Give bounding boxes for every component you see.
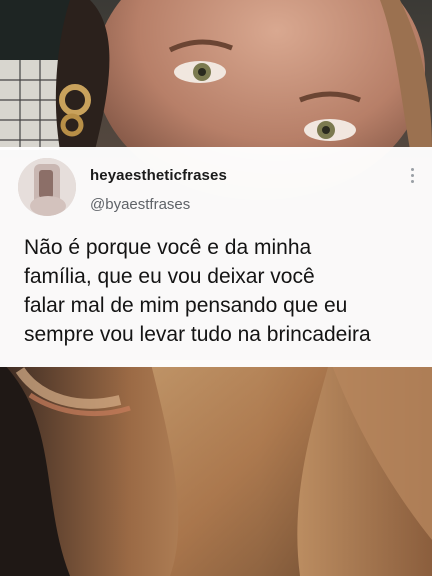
display-name[interactable]: heyaestheticfrases [90,167,227,184]
tweet-header: heyaestheticfrases @byaestfrases [18,158,416,220]
more-vertical-icon[interactable] [408,168,416,190]
avatar[interactable] [18,158,76,216]
profile-photo-icon [18,158,76,216]
post-screen: heyaestheticfrases @byaestfrases Não é p… [0,0,432,576]
user-handle[interactable]: @byaestfrases [90,196,190,213]
tweet-card: heyaestheticfrases @byaestfrases Não é p… [0,147,432,367]
post-text: Não é porque você e da minha família, qu… [24,236,371,346]
